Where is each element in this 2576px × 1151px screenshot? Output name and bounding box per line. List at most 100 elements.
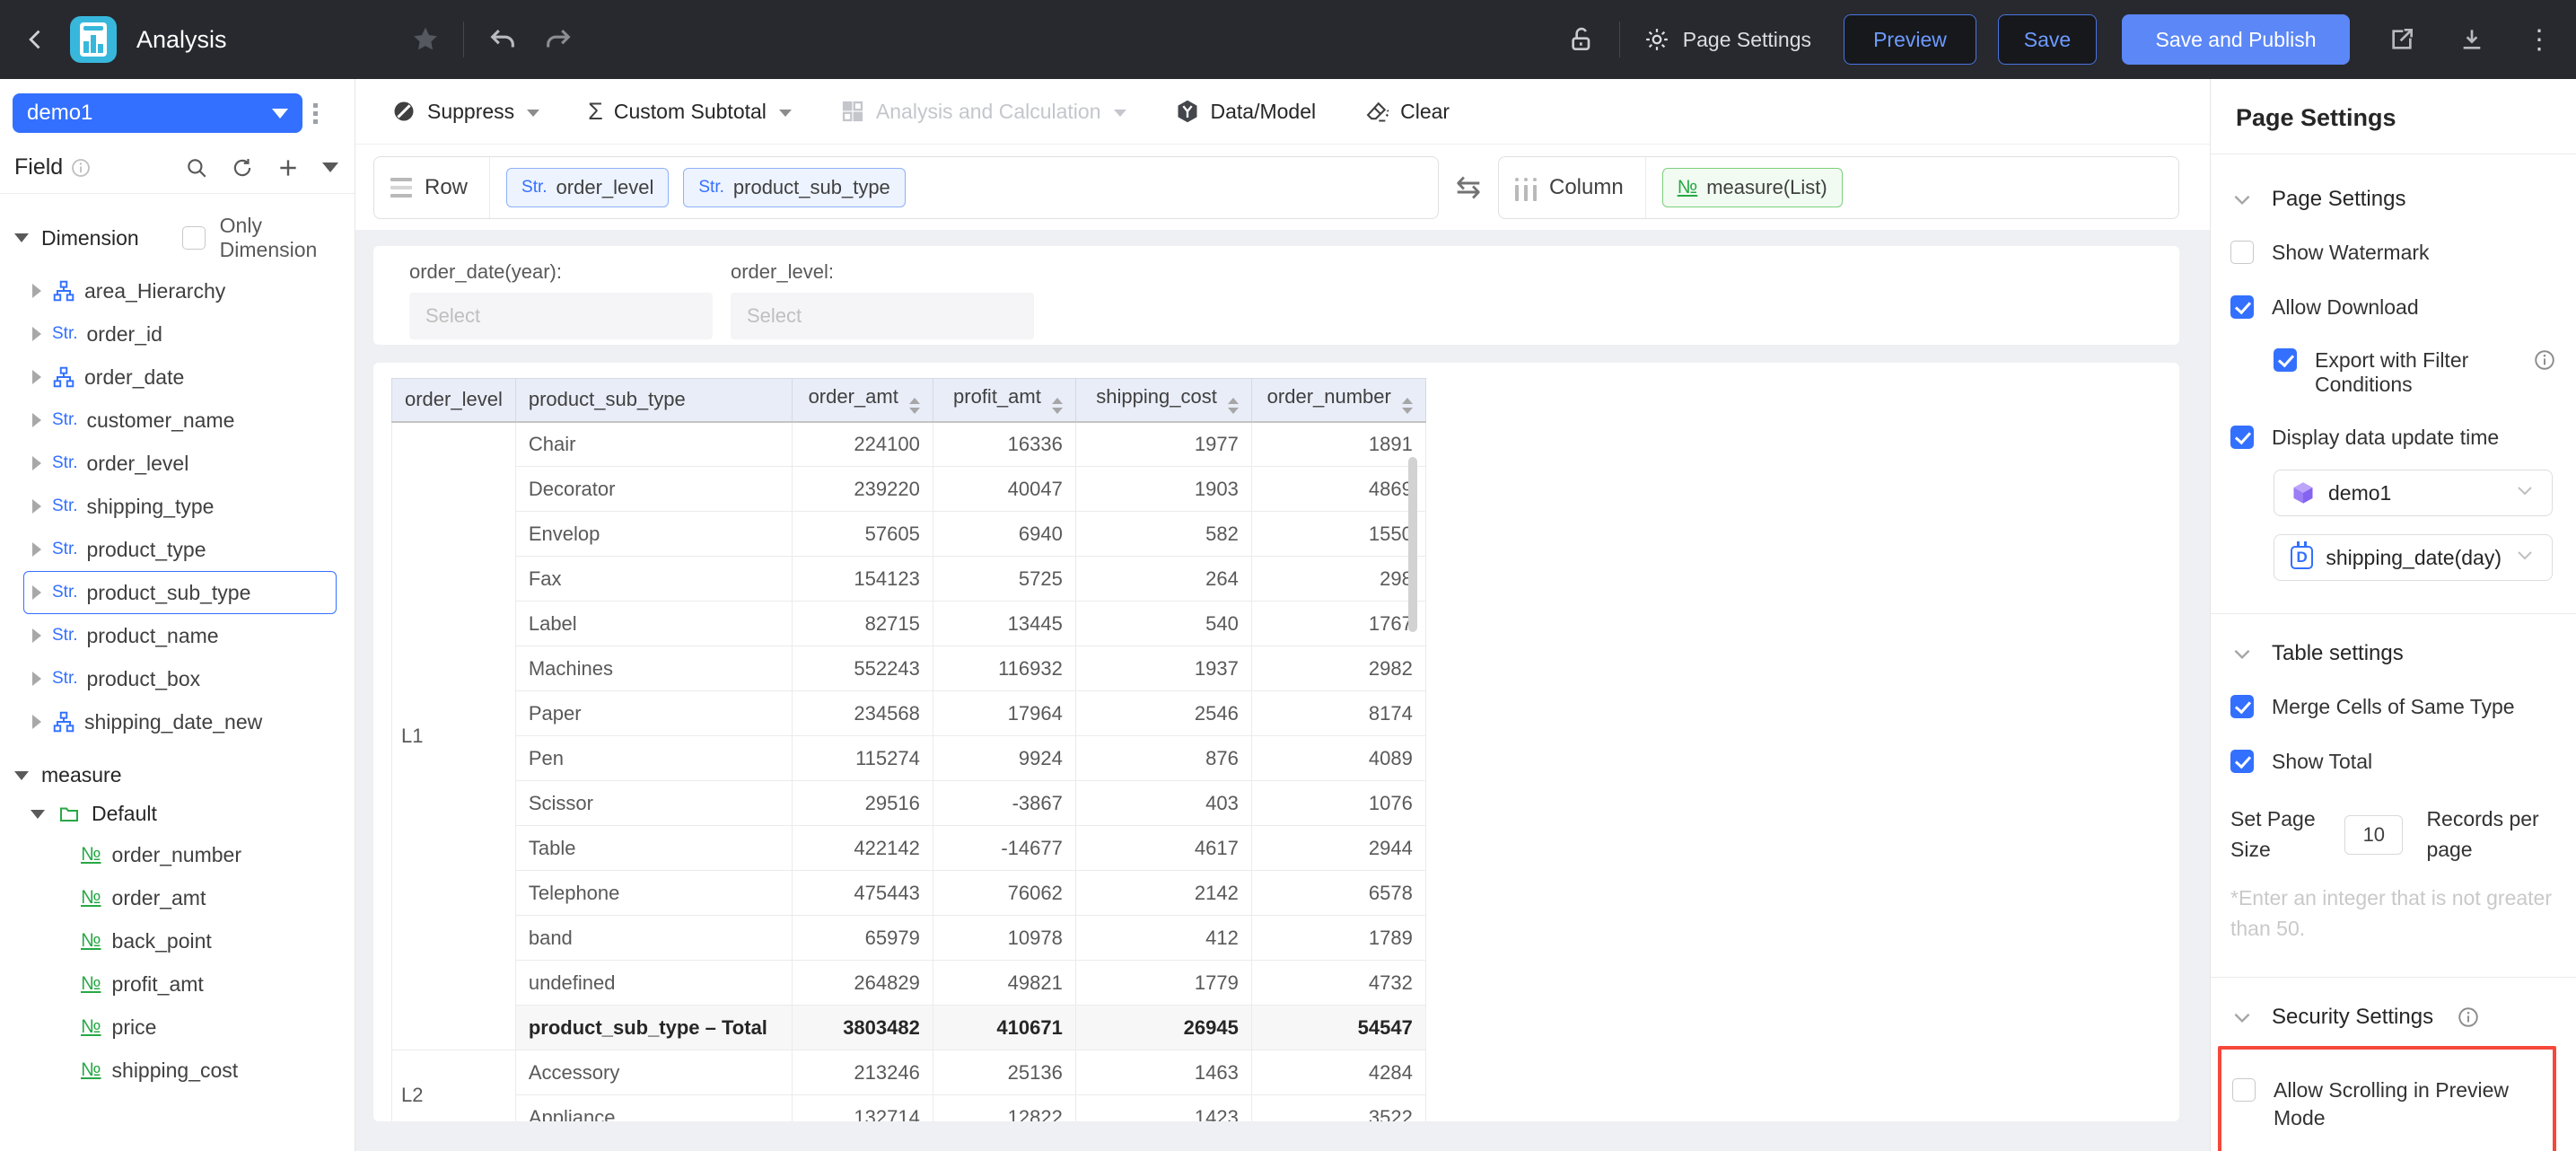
measure-header[interactable]: measure xyxy=(0,756,355,795)
sidebar-field-product_sub_type[interactable]: Str. product_sub_type xyxy=(23,571,337,614)
data-model-button[interactable]: Data/Model xyxy=(1175,99,1316,124)
lock-open-icon[interactable] xyxy=(1567,24,1596,55)
export-with-filter-checkbox[interactable] xyxy=(2274,348,2297,373)
date-field-select[interactable]: D shipping_date(day) xyxy=(2274,534,2553,582)
sidebar-field-product_name[interactable]: Str. product_name xyxy=(23,614,337,657)
expander-icon[interactable] xyxy=(32,628,41,643)
analysis-calculation-button[interactable]: Analysis and Calculation xyxy=(840,99,1126,124)
measure-folder[interactable]: Default xyxy=(0,795,355,833)
filter-select[interactable]: Select xyxy=(409,293,713,339)
expander-icon[interactable] xyxy=(32,542,41,557)
sidebar-measure-shipping_cost[interactable]: № shipping_cost xyxy=(23,1049,337,1092)
sort-icon[interactable] xyxy=(1401,398,1413,415)
sort-icon[interactable] xyxy=(908,398,920,415)
expander-icon[interactable] xyxy=(32,327,41,341)
row-field-chip[interactable]: Str. product_sub_type xyxy=(683,167,906,207)
search-icon[interactable] xyxy=(185,156,208,180)
expander-icon[interactable] xyxy=(32,672,41,686)
display-update-time-option[interactable]: Display data update time xyxy=(2230,424,2556,452)
security-option-checkbox[interactable] xyxy=(2232,1077,2256,1102)
section-page-settings[interactable]: Page Settings xyxy=(2230,187,2556,212)
merge-cells-option[interactable]: Merge Cells of Same Type xyxy=(2230,693,2556,721)
field-name: shipping_date_new xyxy=(84,709,263,734)
info-icon[interactable] xyxy=(2457,1006,2480,1029)
merge-cells-checkbox[interactable] xyxy=(2230,695,2254,719)
column-header-order_amt[interactable]: order_amt xyxy=(791,378,933,423)
save-and-publish-button[interactable]: Save and Publish xyxy=(2122,14,2350,65)
sidebar-field-product_box[interactable]: Str. product_box xyxy=(23,657,337,700)
expander-icon[interactable] xyxy=(32,499,41,514)
expander-icon[interactable] xyxy=(32,585,41,600)
download-icon[interactable] xyxy=(2458,25,2486,54)
show-total-option[interactable]: Show Total xyxy=(2230,748,2556,776)
refresh-icon[interactable] xyxy=(231,156,254,180)
expander-icon[interactable] xyxy=(32,284,41,298)
show-watermark-checkbox[interactable] xyxy=(2230,241,2254,264)
row-field-chip[interactable]: Str. order_level xyxy=(506,167,670,207)
column-shelf[interactable]: Column № measure(List) xyxy=(1498,155,2179,219)
value-cell: 13445 xyxy=(932,601,1076,646)
sidebar-field-shipping_date_new[interactable]: shipping_date_new xyxy=(23,700,337,743)
page-size-input[interactable]: 10 xyxy=(2344,814,2404,855)
share-icon[interactable] xyxy=(2388,25,2416,54)
sidebar-field-shipping_type[interactable]: Str. shipping_type xyxy=(23,485,337,528)
section-table-settings[interactable]: Table settings xyxy=(2230,641,2556,666)
export-with-filter-option[interactable]: Export with Filter Conditions xyxy=(2274,348,2556,397)
filter-select[interactable]: Select xyxy=(731,293,1034,339)
sidebar-measure-order_number[interactable]: № order_number xyxy=(23,833,337,876)
sidebar-field-order_id[interactable]: Str. order_id xyxy=(23,312,337,356)
custom-subtotal-button[interactable]: Σ Custom Subtotal xyxy=(588,98,792,126)
section-security-settings[interactable]: Security Settings xyxy=(2230,1005,2556,1030)
show-total-checkbox[interactable] xyxy=(2230,750,2254,774)
clear-button[interactable]: Clear xyxy=(1364,99,1450,124)
back-icon[interactable] xyxy=(23,23,48,56)
allow-download-checkbox[interactable] xyxy=(2230,295,2254,320)
suppress-button[interactable]: Suppress xyxy=(391,99,540,124)
column-header-profit_amt[interactable]: profit_amt xyxy=(932,378,1076,423)
column-field-chip[interactable]: № measure(List) xyxy=(1661,167,1843,207)
security-option-0[interactable]: Allow Scrolling in Preview Mode xyxy=(2232,1076,2540,1132)
sort-icon[interactable] xyxy=(1051,398,1063,415)
column-header-shipping_cost[interactable]: shipping_cost xyxy=(1074,378,1252,423)
sidebar-field-customer_name[interactable]: Str. customer_name xyxy=(23,399,337,442)
undo-icon[interactable] xyxy=(487,24,518,55)
page-settings-menu[interactable]: Page Settings xyxy=(1643,26,1811,53)
dimension-header[interactable]: Dimension Only Dimension xyxy=(0,206,355,269)
sidebar-field-product_type[interactable]: Str. product_type xyxy=(23,528,337,571)
field-sort-caret-icon[interactable] xyxy=(322,163,338,172)
sidebar-measure-back_point[interactable]: № back_point xyxy=(23,919,337,962)
dataset-more-icon[interactable] xyxy=(313,102,318,124)
sidebar-measure-profit_amt[interactable]: № profit_amt xyxy=(23,962,337,1006)
preview-button[interactable]: Preview xyxy=(1844,14,1976,65)
expander-icon[interactable] xyxy=(32,413,41,427)
add-field-icon[interactable] xyxy=(276,156,300,180)
sidebar-field-order_level[interactable]: Str. order_level xyxy=(23,442,337,485)
show-watermark-option[interactable]: Show Watermark xyxy=(2230,239,2556,267)
sort-icon[interactable] xyxy=(1227,398,1239,415)
expander-icon[interactable] xyxy=(32,456,41,470)
sidebar-measure-price[interactable]: № price xyxy=(23,1006,337,1049)
value-cell: -3867 xyxy=(932,780,1076,826)
value-cell: 25136 xyxy=(932,1050,1076,1095)
redo-icon[interactable] xyxy=(543,24,574,55)
dataset-select[interactable]: demo1 xyxy=(2274,470,2553,517)
expander-icon[interactable] xyxy=(32,370,41,384)
column-header-order_number[interactable]: order_number xyxy=(1250,378,1426,423)
more-menu-icon[interactable]: ⋮ xyxy=(2526,24,2553,56)
save-button[interactable]: Save xyxy=(1998,14,2097,65)
sidebar-field-order_date[interactable]: order_date xyxy=(23,356,337,399)
dataset-selector[interactable]: demo1 xyxy=(13,93,302,133)
only-dimension-toggle[interactable]: Only Dimension xyxy=(181,214,340,262)
info-icon[interactable] xyxy=(2533,348,2556,372)
only-dimension-checkbox[interactable] xyxy=(181,226,206,250)
sidebar-measure-order_amt[interactable]: № order_amt xyxy=(23,876,337,919)
allow-download-option[interactable]: Allow Download xyxy=(2230,294,2556,321)
table-scrollbar[interactable] xyxy=(1408,457,1417,632)
expander-icon[interactable] xyxy=(32,715,41,729)
favorite-star-icon[interactable] xyxy=(411,25,440,54)
display-update-time-checkbox[interactable] xyxy=(2230,426,2254,450)
value-cell: 1937 xyxy=(1074,646,1252,691)
row-shelf[interactable]: Row Str. order_level Str. product_sub_ty… xyxy=(373,155,1439,219)
sidebar-field-area_Hierarchy[interactable]: area_Hierarchy xyxy=(23,269,337,312)
swap-row-column-icon[interactable]: ⇆ xyxy=(1439,170,1498,206)
